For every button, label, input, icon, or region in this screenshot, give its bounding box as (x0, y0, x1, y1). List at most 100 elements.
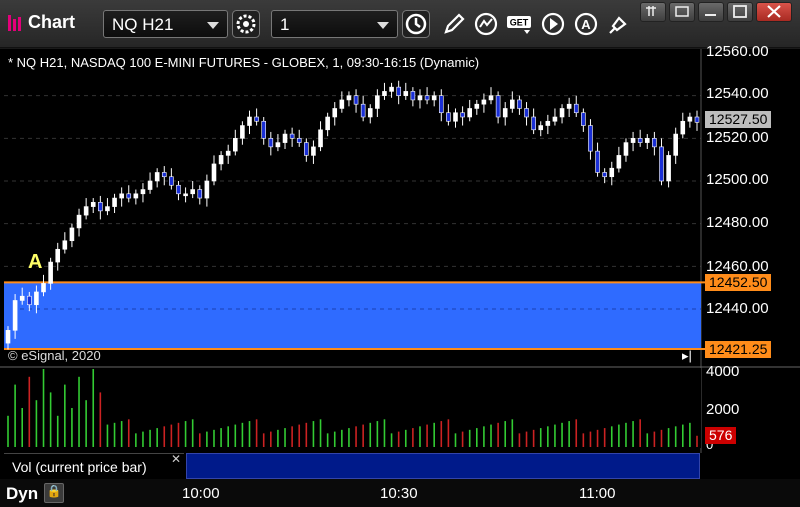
price-axis-label: 12560.00 (706, 43, 769, 60)
candle-up (183, 193, 188, 197)
candle-down (595, 150, 600, 173)
maximize-button[interactable] (727, 2, 753, 22)
candle-up (34, 291, 39, 306)
settings-icon[interactable] (232, 10, 260, 38)
price-axis-label: 12520.00 (706, 129, 769, 146)
candle-up (502, 108, 508, 118)
current-volume-box: 576 (705, 427, 737, 444)
candle-down (524, 108, 529, 118)
time-icon[interactable] (402, 10, 430, 38)
candle-up (630, 138, 636, 143)
time-axis-label: 11:00 (579, 485, 616, 502)
candle-up (346, 95, 352, 101)
candle-up (83, 206, 89, 216)
candle-up (375, 95, 380, 109)
candle-up (467, 108, 473, 118)
candle-down (637, 138, 643, 143)
candle-down (659, 146, 664, 182)
symbol-combobox[interactable]: NQ H21 (103, 10, 228, 38)
candle-up (367, 108, 373, 118)
candle-up (431, 95, 437, 101)
volume-axis-label: 2000 (706, 401, 740, 418)
candle-up (204, 180, 210, 199)
candle-up (545, 120, 551, 126)
chevron-down-icon[interactable] (207, 22, 219, 29)
candle-up (453, 112, 458, 122)
candle-down (254, 116, 259, 122)
candle-down (176, 184, 181, 195)
candle-down (588, 125, 593, 152)
candle-up (41, 283, 46, 293)
price-axis-label: 12540.00 (706, 85, 769, 102)
study-input-field[interactable] (186, 453, 700, 479)
candle-up (403, 91, 409, 96)
lock-icon[interactable]: 🔒 (44, 483, 64, 503)
volume-axis-label: 4000 (706, 363, 740, 380)
candle-up (211, 163, 217, 182)
close-study-icon[interactable]: ✕ (171, 452, 181, 466)
candle-down (396, 86, 401, 96)
candle-up (510, 99, 515, 109)
candle-up (417, 95, 423, 101)
candle-down (531, 116, 536, 131)
candle-down (360, 103, 366, 118)
svg-text:A: A (581, 17, 591, 32)
candle-up (481, 99, 487, 105)
candle-up (154, 172, 160, 182)
studies-icon[interactable] (472, 10, 500, 38)
candle-up (644, 138, 650, 143)
chart-marker-a[interactable]: A (28, 251, 42, 274)
price-axis-label: 12460.00 (706, 258, 769, 275)
candle-up (282, 133, 288, 143)
volume-study-label: Vol (current price bar) (4, 453, 184, 479)
volume-plot-area (4, 368, 701, 448)
candle-up (105, 206, 110, 212)
candle-down (438, 95, 444, 114)
candle-up (5, 330, 11, 344)
interval-combobox[interactable]: 1 (271, 10, 398, 38)
candle-up (382, 91, 387, 96)
candle-down (296, 138, 302, 143)
candle-down (581, 112, 586, 126)
price-chart-canvas[interactable] (0, 49, 800, 507)
chart-header: * NQ H21, NASDAQ 100 E-MINI FUTURES - GL… (8, 55, 480, 70)
pin-icon[interactable] (605, 10, 633, 38)
get-icon[interactable]: GET (505, 10, 533, 38)
svg-text:GET: GET (510, 18, 529, 28)
candle-up (325, 116, 330, 131)
play-icon[interactable] (539, 10, 567, 38)
minimize-button[interactable] (698, 2, 724, 22)
candle-up (147, 180, 153, 190)
pin-window-button[interactable] (640, 2, 666, 22)
alert-icon[interactable]: A (572, 10, 600, 38)
restore-window-button[interactable] (669, 2, 695, 22)
candle-down (495, 95, 501, 118)
candle-up (133, 193, 139, 199)
candle-down (98, 202, 103, 212)
chevron-down-icon[interactable] (377, 22, 389, 29)
candle-up (552, 116, 558, 122)
candle-up (225, 150, 231, 156)
candle-up (389, 86, 394, 92)
candle-up (559, 108, 565, 118)
price-axis-label: 12440.00 (706, 300, 769, 317)
candle-up (311, 146, 316, 156)
candle-down (573, 103, 579, 114)
candle-up (218, 155, 224, 165)
candle-up (48, 261, 53, 284)
candle-up (140, 189, 146, 195)
draw-pencil-icon[interactable] (440, 10, 468, 38)
scroll-to-end-icon[interactable]: ▸| (682, 348, 692, 364)
candle-down (410, 91, 416, 101)
candle-up (275, 142, 281, 148)
candle-up (12, 300, 18, 331)
chart-panel[interactable]: * NQ H21, NASDAQ 100 E-MINI FUTURES - GL… (0, 43, 800, 507)
candle-up (687, 116, 693, 122)
candle-up (680, 120, 686, 135)
candle-down (424, 95, 430, 101)
candle-down (602, 172, 607, 178)
close-button[interactable] (756, 2, 792, 22)
candle-down (268, 138, 274, 148)
candle-up (19, 295, 25, 301)
candle-up (119, 193, 124, 199)
